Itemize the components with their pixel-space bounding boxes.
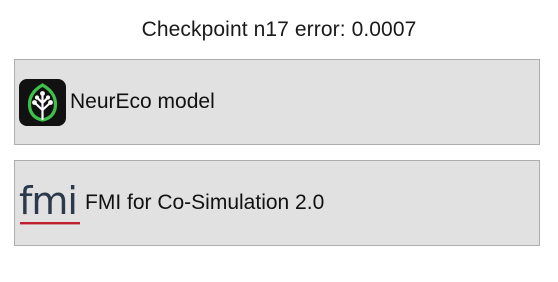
neureco-model-label: NeurEco model [70, 90, 215, 113]
checkpoint-error-title: Checkpoint n17 error: 0.0007 [141, 18, 417, 41]
fmi-cosimulation-label: FMI for Co-Simulation 2.0 [85, 191, 325, 214]
neureco-leaf-icon [19, 78, 66, 126]
fmi-logo-text: fmi [19, 180, 77, 223]
neureco-model-button[interactable]: NeurEco model [14, 59, 540, 145]
fmi-cosimulation-button[interactable]: fmi FMI for Co-Simulation 2.0 [14, 160, 540, 246]
fmi-logo-icon: fmi [19, 180, 80, 225]
